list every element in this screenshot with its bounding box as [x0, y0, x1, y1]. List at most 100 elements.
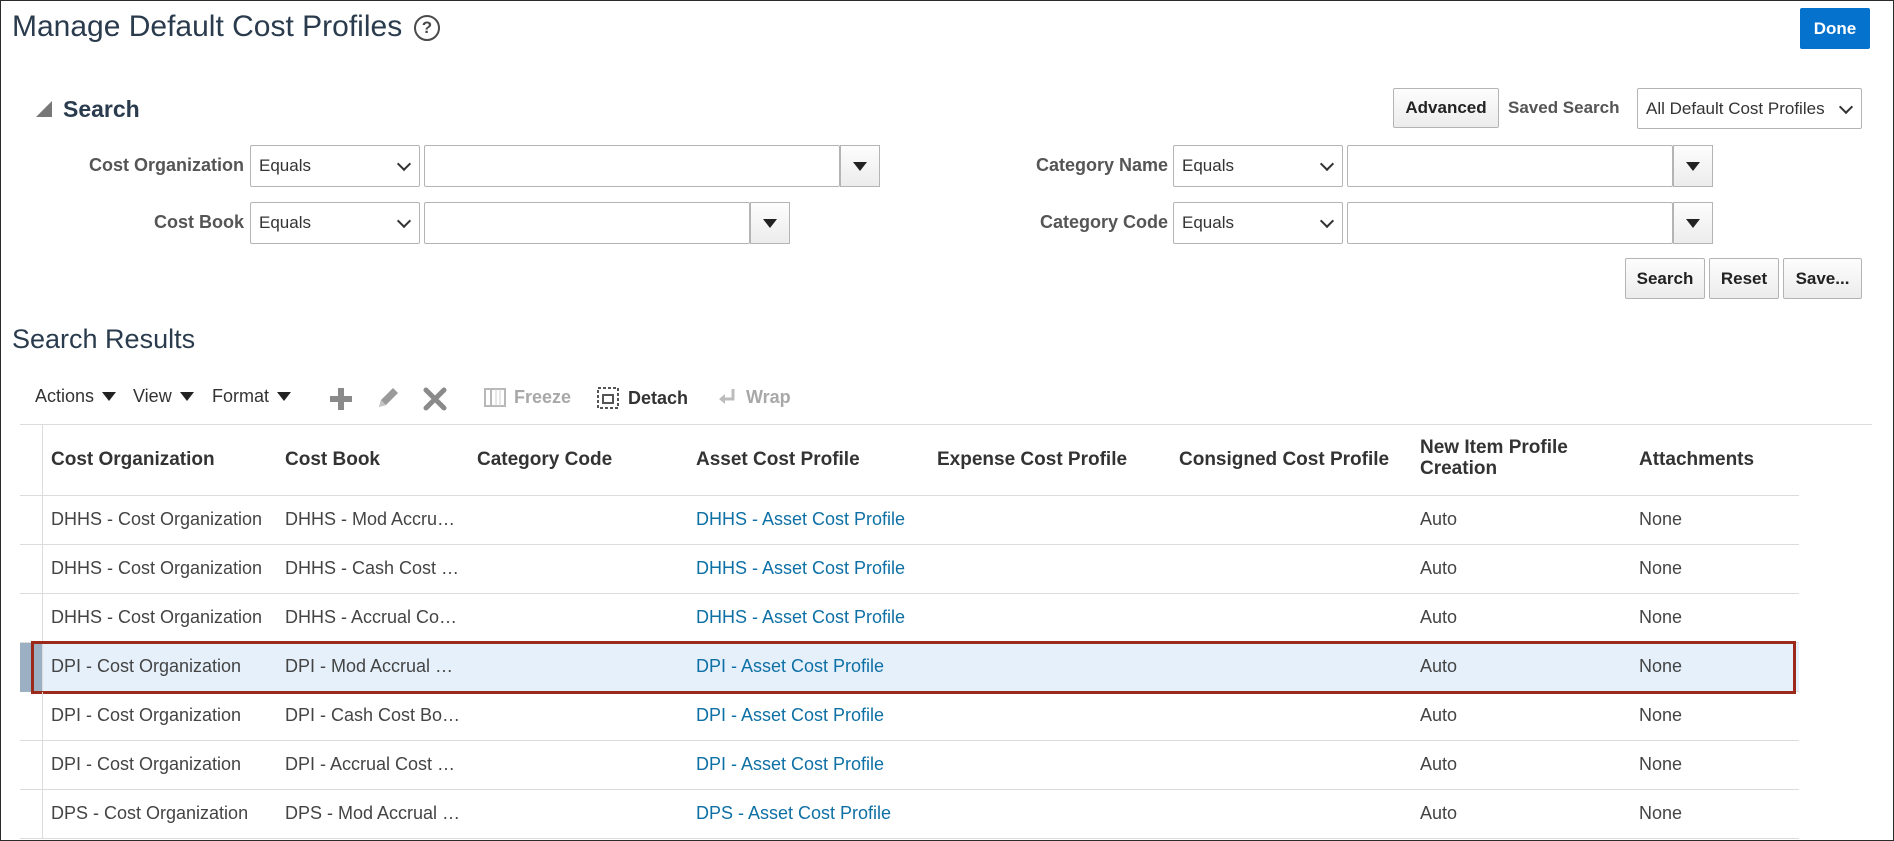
freeze-icon — [484, 388, 506, 407]
asset-cost-profile-link[interactable]: DPI - Asset Cost Profile — [696, 754, 884, 775]
new-item-profile-creation-cell: Auto — [1420, 754, 1458, 774]
new-item-profile-creation-cell: Auto — [1420, 705, 1458, 725]
new-item-profile-creation-cell: Auto — [1420, 558, 1458, 578]
table-row[interactable]: DPI - Cost Organization DPI - Accrual Cos… — [20, 741, 1799, 790]
column-divider — [42, 425, 43, 495]
asset-cost-profile-link[interactable]: DHHS - Asset Cost Profile — [696, 607, 905, 628]
detach-icon — [597, 387, 619, 409]
column-header-category-code[interactable]: Category Code — [477, 449, 612, 471]
column-divider — [42, 692, 43, 741]
asset-cost-profile-link[interactable]: DHHS - Asset Cost Profile — [696, 558, 905, 579]
cost-organization-dropdown-button[interactable] — [840, 145, 880, 187]
saved-search-value: All Default Cost Profiles — [1646, 98, 1825, 118]
category-name-dropdown-button[interactable] — [1673, 145, 1713, 187]
column-header-expense-cost-profile[interactable]: Expense Cost Profile — [937, 449, 1127, 471]
attachments-cell: None — [1639, 754, 1683, 774]
cost-organization-cell: DHHS - Cost Organization — [51, 558, 263, 578]
cost-organization-label: Cost Organization — [88, 155, 244, 175]
category-code-operator-select[interactable]: Equals — [1173, 202, 1343, 244]
category-code-dropdown-button[interactable] — [1673, 202, 1713, 244]
asset-cost-profile-link[interactable]: DPS - Asset Cost Profile — [696, 803, 891, 824]
cost-book-cell: DHHS - Mod Accru… — [285, 509, 456, 529]
detach-button[interactable]: Detach — [596, 386, 688, 410]
new-item-profile-creation-cell: Auto — [1420, 607, 1458, 627]
chevron-down-icon — [396, 213, 412, 229]
cost-book-input[interactable] — [424, 202, 750, 244]
collapse-triangle-icon[interactable] — [36, 101, 52, 117]
cost-organization-cell: DHHS - Cost Organization — [51, 607, 263, 627]
view-menu[interactable]: View — [133, 386, 194, 407]
help-icon[interactable]: ? — [414, 15, 440, 41]
chevron-down-icon — [1838, 99, 1854, 114]
saved-search-label: Saved Search — [1508, 98, 1620, 117]
asset-cost-profile-link[interactable]: DHHS - Asset Cost Profile — [696, 509, 905, 530]
cost-book-operator-select[interactable]: Equals — [250, 202, 420, 244]
table-row[interactable]: DHHS - Cost Organization DHHS - Cash Cost… — [20, 545, 1799, 594]
results-table: Cost Organization Cost Book Category Cod… — [20, 424, 1872, 839]
dropdown-arrow-icon — [1686, 161, 1700, 171]
wrap-button[interactable]: Wrap — [716, 386, 791, 408]
category-name-label: Category Name — [1035, 155, 1168, 175]
detach-label: Detach — [628, 387, 689, 408]
table-row[interactable]: DPI - Cost Organization DPI - Cash Cost B… — [20, 692, 1799, 741]
selected-row-indicator — [20, 643, 43, 692]
cost-organization-cell: DPI - Cost Organization — [51, 754, 242, 774]
dropdown-arrow-icon — [1686, 218, 1700, 228]
format-menu-label: Format — [212, 386, 270, 406]
chevron-down-icon — [1319, 156, 1335, 172]
column-header-consigned-cost-profile[interactable]: Consigned Cost Profile — [1179, 449, 1389, 471]
add-icon[interactable] — [328, 386, 354, 412]
search-button[interactable]: Search — [1625, 258, 1705, 299]
cost-book-cell: DPI - Accrual Cost … — [285, 754, 456, 774]
attachments-cell: None — [1639, 558, 1683, 578]
cost-organization-operator-value: Equals — [259, 156, 311, 175]
saved-search-select[interactable]: All Default Cost Profiles — [1637, 88, 1862, 129]
actions-menu-label: Actions — [35, 386, 95, 406]
freeze-button[interactable]: Freeze — [484, 386, 571, 408]
cost-organization-input[interactable] — [424, 145, 840, 187]
column-header-cost-organization[interactable]: Cost Organization — [51, 449, 215, 471]
caret-down-icon — [277, 392, 292, 401]
column-divider — [42, 496, 43, 545]
table-header-row: Cost Organization Cost Book Category Cod… — [20, 425, 1799, 496]
category-name-operator-select[interactable]: Equals — [1173, 145, 1343, 187]
cost-organization-cell: DPI - Cost Organization — [51, 705, 242, 725]
table-row[interactable]: DHHS - Cost Organization DHHS - Accrual C… — [20, 594, 1799, 643]
column-divider — [42, 545, 43, 594]
category-name-operator-value: Equals — [1182, 156, 1234, 175]
table-row[interactable]: DHHS - Cost Organization DHHS - Mod Accru… — [20, 496, 1799, 545]
column-header-attachments[interactable]: Attachments — [1639, 449, 1754, 471]
save-search-button[interactable]: Save... — [1783, 258, 1862, 299]
cost-book-label: Cost Book — [154, 212, 244, 232]
category-code-input[interactable] — [1347, 202, 1673, 244]
cost-book-cell: DPI - Cash Cost Bo… — [285, 705, 461, 725]
search-results-title: Search Results — [12, 324, 196, 354]
delete-icon[interactable] — [422, 386, 448, 412]
cost-book-cell: DHHS - Accrual Co… — [285, 607, 458, 627]
done-button[interactable]: Done — [1800, 8, 1870, 49]
cost-organization-cell: DHHS - Cost Organization — [51, 509, 263, 529]
attachments-cell: None — [1639, 803, 1683, 823]
category-name-input[interactable] — [1347, 145, 1673, 187]
attachments-cell: None — [1639, 705, 1683, 725]
asset-cost-profile-link[interactable]: DPI - Asset Cost Profile — [696, 656, 884, 677]
cost-book-dropdown-button[interactable] — [750, 202, 790, 244]
cost-organization-operator-select[interactable]: Equals — [250, 145, 420, 187]
table-row[interactable]: DPS - Cost Organization DPS - Mod Accrual… — [20, 790, 1799, 839]
asset-cost-profile-link[interactable]: DPI - Asset Cost Profile — [696, 705, 884, 726]
format-menu[interactable]: Format — [212, 386, 292, 407]
freeze-label: Freeze — [514, 386, 572, 407]
reset-button[interactable]: Reset — [1709, 258, 1779, 299]
actions-menu[interactable]: Actions — [35, 386, 117, 407]
column-header-new-item-profile-creation[interactable]: New Item Profile Creation — [1420, 437, 1610, 479]
cost-book-cell: DHHS - Cash Cost … — [285, 558, 460, 578]
table-row[interactable]: DPI - Cost Organization DPI - Mod Accrual… — [20, 643, 1799, 692]
cost-book-cell: DPS - Mod Accrual … — [285, 803, 461, 823]
edit-icon[interactable] — [374, 384, 402, 412]
column-header-cost-book[interactable]: Cost Book — [285, 449, 380, 471]
advanced-button[interactable]: Advanced — [1393, 88, 1499, 128]
category-code-label: Category Code — [1039, 212, 1168, 232]
column-header-asset-cost-profile[interactable]: Asset Cost Profile — [696, 449, 860, 471]
chevron-down-icon — [396, 156, 412, 172]
new-item-profile-creation-cell: Auto — [1420, 656, 1458, 676]
